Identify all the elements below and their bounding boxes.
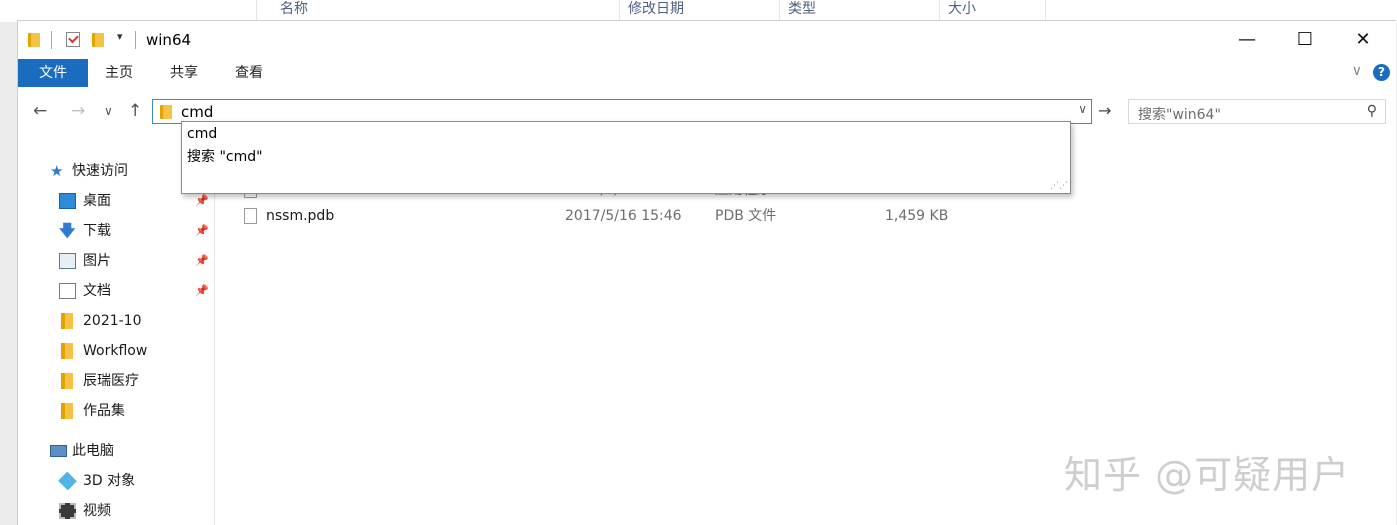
new-folder-icon[interactable] [92, 33, 104, 47]
column-divider [939, 0, 940, 20]
tab-home[interactable]: 主页 [96, 59, 142, 87]
close-button[interactable]: ✕ [1334, 21, 1392, 59]
go-button[interactable]: → [1098, 101, 1111, 120]
column-header-size[interactable]: 大小 [948, 0, 976, 20]
column-divider [256, 0, 257, 20]
ribbon-tabs: 文件 主页 共享 查看 ∨ ? [18, 59, 1396, 87]
column-divider [1045, 0, 1046, 20]
navigation-pane: ★ 快速访问 桌面 📌 🡇 下载 📌 图片 📌 文档 📌 2021-10 Wor… [50, 162, 209, 519]
pin-icon[interactable]: 📌 [195, 224, 209, 237]
resize-grip-icon[interactable]: ⋰⋰ [1050, 182, 1068, 191]
folder-icon [61, 313, 73, 329]
folder-icon [28, 33, 40, 47]
folder-icon [160, 105, 172, 119]
background-window-header: 名称 修改日期 类型 大小 [0, 0, 1397, 22]
quick-access-dropdown-icon[interactable]: ▾ [117, 30, 123, 43]
toolbar-divider [51, 31, 52, 49]
folder-icon [61, 373, 73, 389]
folder-icon [61, 343, 73, 359]
video-icon [59, 503, 76, 519]
column-divider [619, 0, 620, 20]
desktop-icon [59, 193, 76, 209]
tab-share[interactable]: 共享 [161, 59, 207, 87]
pin-icon[interactable]: 📌 [195, 254, 209, 267]
pictures-icon [59, 253, 76, 269]
search-box[interactable]: 搜索"win64" ⚲ [1128, 99, 1386, 124]
computer-icon [50, 445, 67, 457]
3d-objects-icon [58, 471, 77, 491]
toolbar-divider [135, 31, 136, 49]
forward-button[interactable]: → [71, 101, 85, 121]
back-button[interactable]: ← [33, 101, 47, 121]
address-dropdown-icon[interactable]: ∨ [1078, 102, 1087, 116]
title-bar: ▾ win64 — ☐ ✕ [18, 21, 1396, 59]
tab-file[interactable]: 文件 [18, 59, 88, 87]
recent-locations-icon[interactable]: ∨ [104, 104, 113, 118]
maximize-button[interactable]: ☐ [1276, 21, 1334, 59]
up-button[interactable]: ↑ [128, 101, 142, 121]
autocomplete-item[interactable]: 搜索 "cmd" [187, 146, 263, 168]
help-icon[interactable]: ? [1373, 64, 1390, 81]
search-input[interactable]: 搜索"win64" [1138, 104, 1221, 124]
pane-divider[interactable] [214, 141, 215, 525]
pin-icon[interactable]: 📌 [195, 284, 209, 297]
documents-icon [59, 283, 76, 299]
address-input[interactable]: cmd [181, 103, 213, 121]
minimize-button[interactable]: — [1218, 21, 1276, 59]
window-title: win64 [146, 31, 192, 49]
expand-ribbon-icon[interactable]: ∨ [1352, 63, 1362, 79]
star-icon: ★ [50, 162, 64, 180]
pin-icon[interactable]: 📌 [195, 194, 209, 207]
folder-icon [61, 403, 73, 419]
column-header-type[interactable]: 类型 [788, 0, 816, 20]
search-icon[interactable]: ⚲ [1367, 103, 1377, 119]
column-header-name[interactable]: 名称 [280, 0, 308, 20]
column-header-date[interactable]: 修改日期 [628, 0, 684, 20]
address-autocomplete-dropdown: cmd 搜索 "cmd" ⋰⋰ [181, 121, 1071, 194]
properties-icon[interactable] [66, 32, 80, 47]
autocomplete-item[interactable]: cmd [187, 123, 217, 145]
tab-view[interactable]: 查看 [226, 59, 272, 87]
column-divider [779, 0, 780, 20]
file-icon [244, 208, 257, 224]
watermark: 知乎 @可疑用户 [1064, 453, 1351, 497]
download-icon: 🡇 [59, 221, 76, 240]
